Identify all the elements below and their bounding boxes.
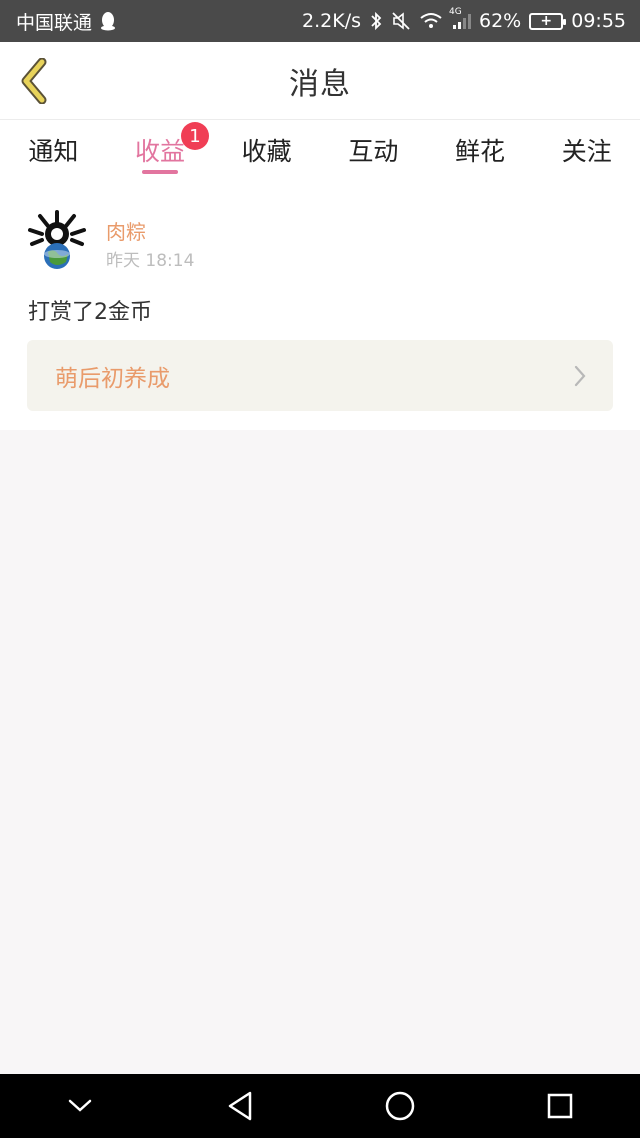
tab-following[interactable]: 关注 — [533, 120, 640, 180]
novel-title: 萌后初养成 — [55, 365, 170, 392]
timestamp: 昨天 18:14 — [106, 251, 195, 271]
tab-label: 鲜花 — [455, 137, 506, 166]
novel-link-card[interactable]: 萌后初养成 — [27, 340, 613, 411]
back-button[interactable] — [14, 56, 54, 106]
clock: 09:55 — [571, 10, 626, 32]
message-item: 肉粽 昨天 18:14 打赏了2金币 萌后初养成 — [0, 180, 640, 430]
status-left: 中国联通 — [16, 8, 116, 35]
mute-icon — [391, 11, 411, 31]
recents-square-icon — [547, 1093, 573, 1119]
qq-penguin-icon — [100, 11, 116, 31]
home-circle-icon — [385, 1091, 415, 1121]
header: 消息 — [0, 42, 640, 120]
tab-label: 关注 — [561, 137, 612, 166]
tab-notifications[interactable]: 通知 — [0, 120, 107, 180]
status-right: 2.2K/s 4G 62% + 09:55 — [302, 7, 626, 32]
tab-interactions[interactable]: 互动 — [320, 120, 427, 180]
network-label: 4G — [449, 7, 462, 17]
net-speed: 2.2K/s — [302, 10, 361, 32]
wifi-icon — [419, 11, 443, 31]
bluetooth-icon — [369, 11, 383, 31]
collapse-down-icon — [68, 1099, 92, 1112]
tab-favorites[interactable]: 收藏 — [213, 120, 320, 180]
tab-label-wrap: 收益 1 — [135, 122, 209, 168]
status-bar: 中国联通 2.2K/s 4G 62% + 09:55 — [0, 0, 640, 42]
message-text: 打赏了2金币 — [28, 300, 152, 325]
avatar[interactable] — [26, 208, 88, 270]
username[interactable]: 肉粽 — [106, 216, 146, 245]
collapse-button[interactable] — [48, 1074, 112, 1138]
nav-home-button[interactable] — [368, 1074, 432, 1138]
signal-icon: 4G — [449, 7, 471, 31]
tab-flowers[interactable]: 鲜花 — [427, 120, 534, 180]
tab-label: 互动 — [348, 137, 399, 166]
back-triangle-icon — [228, 1091, 252, 1121]
battery-percent: 62% — [479, 10, 522, 32]
nav-recents-button[interactable] — [528, 1074, 592, 1138]
system-nav-bar — [0, 1074, 640, 1138]
tab-bar: 通知 收益 1 收藏 互动 鲜花 关注 — [0, 120, 640, 180]
tab-label: 通知 — [28, 137, 79, 166]
chevron-right-icon — [574, 365, 586, 386]
tab-label: 收藏 — [241, 137, 292, 166]
page-title: 消息 — [289, 66, 351, 102]
chevron-left-icon — [21, 58, 47, 104]
carrier-label: 中国联通 — [16, 11, 93, 34]
battery-icon: + — [529, 12, 567, 30]
tab-earnings[interactable]: 收益 1 — [107, 120, 214, 180]
tab-label: 收益 — [135, 137, 186, 166]
unread-badge: 1 — [181, 122, 209, 150]
nav-back-button[interactable] — [208, 1074, 272, 1138]
